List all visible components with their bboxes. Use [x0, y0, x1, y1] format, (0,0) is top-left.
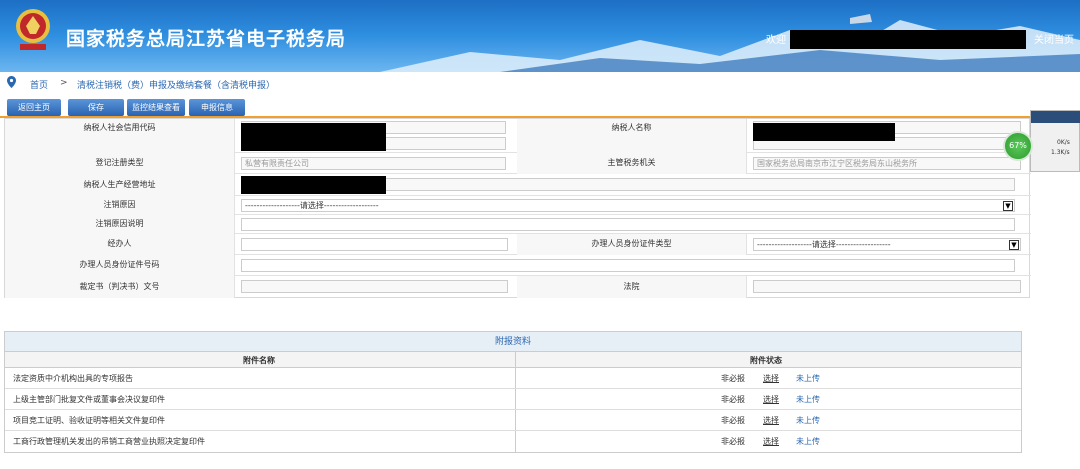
address-label: 纳税人生产经营地址 [5, 174, 235, 196]
monitor-result-button[interactable]: 监控结果查看 [127, 99, 185, 116]
widget-titlebar [1031, 111, 1080, 123]
upload-status: 未上传 [796, 416, 820, 425]
site-title: 国家税务总局江苏省电子税务局 [66, 28, 347, 50]
choose-file-link[interactable]: 选择 [763, 394, 779, 405]
attachment-name: 法定资质中介机构出具的专项报告 [13, 374, 133, 383]
redacted-credit-code [241, 123, 386, 151]
table-row: 上级主管部门批复文件或董事会决议复印件 非必报 选择 未上传 [5, 389, 1021, 410]
col-name-header: 附件名称 [243, 356, 275, 365]
form-row-address: 纳税人生产经营地址 [5, 174, 1031, 196]
location-pin-icon [7, 76, 16, 88]
tax-authority-field[interactable]: 国家税务总局南京市江宁区税务局东山税务所 [753, 157, 1021, 170]
upload-status: 未上传 [796, 395, 820, 404]
tax-authority-label: 主管税务机关 [517, 153, 747, 174]
attachment-required: 非必报 [721, 437, 745, 446]
upload-status: 未上传 [796, 374, 820, 383]
handler-field[interactable] [241, 238, 508, 251]
attachments-table: 附报资料 附件名称 附件状态 法定资质中介机构出具的专项报告 非必报 选择 未上… [4, 331, 1022, 453]
attachment-name: 项目竞工证明、验收证明等相关文件复印件 [13, 416, 165, 425]
redacted-taxpayer-name [753, 123, 895, 141]
form-row-credit: 纳税人社会信用代码 纳税人名称 [5, 119, 1031, 153]
attachment-required: 非必报 [721, 395, 745, 404]
attachment-required: 非必报 [721, 416, 745, 425]
header-banner: 国家税务总局江苏省电子税务局 欢迎 关闭当页 [0, 0, 1080, 72]
handler-id-no-label: 办理人员身份证件号码 [5, 255, 235, 276]
form-row-handler: 经办人 办理人员身份证件类型 -------------------请选择---… [5, 234, 1031, 255]
choose-file-link[interactable]: 选择 [763, 373, 779, 384]
handler-label: 经办人 [5, 234, 235, 255]
redacted-username [790, 30, 1026, 49]
taxpayer-name-label: 纳税人名称 [517, 119, 747, 153]
network-speed-widget[interactable]: 0K/s 1.3K/s [1030, 110, 1080, 172]
memory-gauge[interactable]: 67% [1003, 131, 1033, 161]
breadcrumb-home[interactable]: 首页 [30, 78, 48, 91]
credit-code-label: 纳税人社会信用代码 [5, 119, 235, 153]
cancel-reason-select[interactable]: -------------------请选择------------------… [241, 199, 1015, 212]
handler-id-type-value: -------------------请选择------------------… [757, 240, 891, 249]
breadcrumb: 首页 > 清税注销税（费）申报及缴纳套餐（含清税申报） [0, 74, 1080, 94]
declare-info-button[interactable]: 申报信息 [189, 99, 245, 116]
redacted-address [241, 176, 386, 194]
reg-type-field[interactable]: 私营有限责任公司 [241, 157, 506, 170]
attachments-header-row: 附件名称 附件状态 [5, 352, 1021, 368]
judgment-field[interactable] [241, 280, 508, 293]
back-home-button[interactable]: 返回主页 [7, 99, 61, 116]
reg-type-label: 登记注册类型 [5, 153, 235, 174]
cancel-desc-label: 注销原因说明 [5, 215, 235, 234]
chevron-down-icon[interactable]: ▼ [1003, 201, 1013, 211]
form-row-judgment: 裁定书（判决书）文号 法院 [5, 276, 1031, 298]
chevron-down-icon[interactable]: ▼ [1009, 240, 1019, 250]
form-row-reason: 注销原因 -------------------请选择-------------… [5, 196, 1031, 215]
court-label: 法院 [517, 276, 747, 298]
attachment-name: 上级主管部门批复文件或董事会决议复印件 [13, 395, 165, 404]
upload-status: 未上传 [796, 437, 820, 446]
handler-id-type-select[interactable]: -------------------请选择------------------… [753, 238, 1021, 251]
handler-id-type-label: 办理人员身份证件类型 [517, 234, 747, 255]
choose-file-link[interactable]: 选择 [763, 415, 779, 426]
save-button[interactable]: 保存 [68, 99, 124, 116]
attachment-required: 非必报 [721, 374, 745, 383]
close-page-link[interactable]: 关闭当页 [1034, 31, 1074, 46]
cancellation-form: 纳税人社会信用代码 纳税人名称 登记注册类型 私营有限责任公司 主管税务机关 国… [4, 118, 1031, 298]
court-field[interactable] [753, 280, 1021, 293]
tax-emblem-logo [16, 9, 50, 50]
judgment-label: 裁定书（判决书）文号 [5, 276, 235, 298]
table-row: 工商行政管理机关发出的吊销工商营业执照决定复印件 非必报 选择 未上传 [5, 431, 1021, 452]
breadcrumb-separator: > [60, 78, 68, 88]
table-row: 法定资质中介机构出具的专项报告 非必报 选择 未上传 [5, 368, 1021, 389]
form-row-regtype: 登记注册类型 私营有限责任公司 主管税务机关 国家税务总局南京市江宁区税务局东山… [5, 153, 1031, 174]
handler-id-no-field[interactable] [241, 259, 1015, 272]
upload-speed: 0K/s [1057, 139, 1070, 146]
download-speed: 1.3K/s [1051, 149, 1070, 156]
cancel-reason-value: -------------------请选择------------------… [245, 201, 379, 210]
cancel-desc-field[interactable] [241, 218, 1015, 231]
attachments-title: 附报资料 [5, 332, 1021, 352]
table-row: 项目竞工证明、验收证明等相关文件复印件 非必报 选择 未上传 [5, 410, 1021, 431]
col-status-header: 附件状态 [750, 356, 782, 365]
attachment-name: 工商行政管理机关发出的吊销工商营业执照决定复印件 [13, 437, 205, 446]
breadcrumb-current: 清税注销税（费）申报及缴纳套餐（含清税申报） [77, 81, 276, 91]
cancel-reason-label: 注销原因 [5, 196, 235, 215]
form-row-reason-desc: 注销原因说明 [5, 215, 1031, 234]
choose-file-link[interactable]: 选择 [763, 436, 779, 447]
form-row-handler-id: 办理人员身份证件号码 [5, 255, 1031, 276]
welcome-text: 欢迎 [766, 35, 786, 46]
